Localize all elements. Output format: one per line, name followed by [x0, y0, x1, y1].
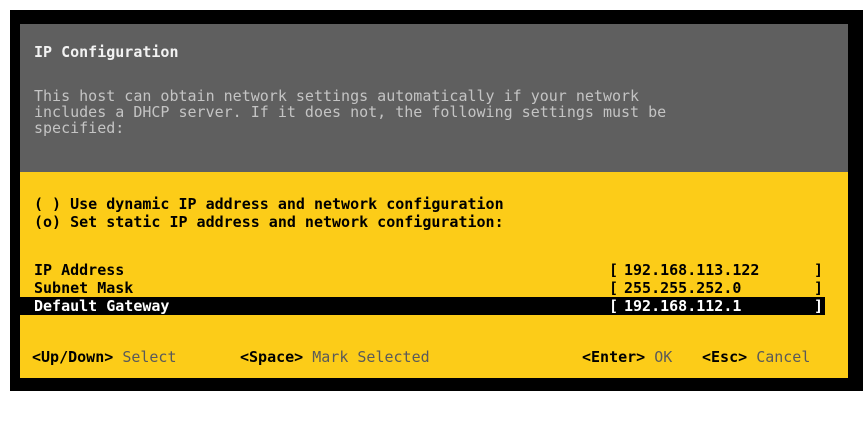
radio-marker[interactable]: (o): [34, 213, 61, 231]
select-hint: <Up/Down> Select: [32, 349, 177, 365]
ip-address-input[interactable]: 192.168.113.122: [624, 262, 759, 278]
ok-hint: <Enter> OK: [582, 349, 672, 365]
ok-action: OK: [654, 348, 673, 366]
dialog-title: IP Configuration: [34, 43, 179, 61]
dialog-body: ( ) Use dynamic IP address and network c…: [20, 172, 848, 378]
select-action: Select: [122, 348, 177, 366]
dialog-header: IP Configuration This host can obtain ne…: [20, 24, 848, 172]
option-label: Set static IP address and network config…: [70, 213, 504, 231]
mark-hint: <Space> Mark Selected: [240, 349, 430, 365]
default-gateway-field[interactable]: Default Gateway [ 192.168.112.1 ]: [20, 297, 825, 315]
up-down-key[interactable]: <Up/Down>: [32, 348, 113, 366]
default-gateway-input[interactable]: 192.168.112.1: [624, 298, 741, 314]
close-bracket: ]: [814, 297, 824, 315]
cancel-hint: <Esc> Cancel: [702, 349, 810, 365]
option-dynamic-ip[interactable]: ( ) Use dynamic IP address and network c…: [34, 196, 504, 212]
key-hints-bar: <Up/Down> Select <Space> Mark Selected <…: [20, 349, 848, 367]
esc-key[interactable]: <Esc>: [702, 348, 747, 366]
dialog-description: This host can obtain network settings au…: [34, 88, 666, 136]
description-line: This host can obtain network settings au…: [34, 87, 640, 105]
space-key[interactable]: <Space>: [240, 348, 303, 366]
ip-address-field[interactable]: IP Address [ 192.168.113.122 ]: [20, 261, 825, 279]
subnet-mask-field[interactable]: Subnet Mask [ 255.255.252.0 ]: [20, 279, 825, 297]
option-static-ip[interactable]: (o) Set static IP address and network co…: [34, 214, 504, 230]
description-line: includes a DHCP server. If it does not, …: [34, 103, 667, 121]
console-screen: IP Configuration This host can obtain ne…: [0, 0, 863, 391]
mark-selected-action: Mark Selected: [312, 348, 430, 366]
cancel-action: Cancel: [756, 348, 811, 366]
subnet-mask-input[interactable]: 255.255.252.0: [624, 280, 741, 296]
ip-configuration-dialog: IP Configuration This host can obtain ne…: [20, 24, 848, 378]
description-line: specified:: [34, 119, 125, 137]
close-bracket: ]: [814, 279, 824, 297]
option-label: Use dynamic IP address and network confi…: [70, 195, 504, 213]
enter-key[interactable]: <Enter>: [582, 348, 645, 366]
open-bracket: [: [609, 279, 619, 297]
default-gateway-label: Default Gateway: [34, 297, 170, 315]
open-bracket: [: [609, 261, 619, 279]
radio-marker[interactable]: ( ): [34, 195, 61, 213]
close-bracket: ]: [814, 261, 824, 279]
subnet-mask-label: Subnet Mask: [34, 279, 134, 297]
open-bracket: [: [609, 297, 619, 315]
ip-address-label: IP Address: [34, 261, 125, 279]
